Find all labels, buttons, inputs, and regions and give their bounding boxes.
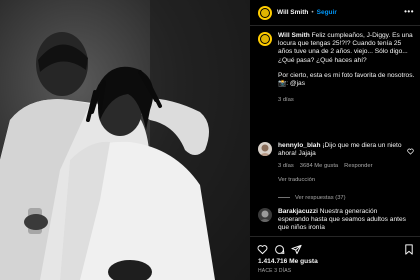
likes-count[interactable]: 1.414.716 Me gusta <box>258 258 318 265</box>
comment-timestamp[interactable]: 3 días <box>278 162 294 170</box>
comment-item: hennylo_blah ¡Dijo que me diera un nieto… <box>258 142 418 202</box>
commenter-avatar[interactable] <box>258 208 272 222</box>
caption-author[interactable]: Will Smith <box>278 32 310 39</box>
post-actions-bar: 1.414.716 Me gusta HACE 3 DÍAS <box>250 236 420 280</box>
author-avatar[interactable] <box>258 5 272 20</box>
comment-meta: 3 días 3684 Me gusta Responder <box>278 162 418 170</box>
more-horizontal-icon[interactable]: ••• <box>404 8 414 16</box>
post-photo[interactable] <box>0 0 250 280</box>
view-replies-link[interactable]: Ver respuestas (37) <box>278 194 418 202</box>
caption-avatar[interactable] <box>258 32 272 46</box>
comment-like-heart-icon[interactable] <box>407 148 414 158</box>
post-caption: Will Smith Feliz cumpleaños, J-Diggy. Es… <box>258 32 416 104</box>
view-replies-label[interactable]: Ver respuestas (37) <box>295 194 346 202</box>
commenter-avatar[interactable] <box>258 142 272 156</box>
follow-button[interactable]: Seguir <box>317 9 337 16</box>
comment-author[interactable]: hennylo_blah <box>278 142 321 149</box>
post-date[interactable]: HACE 3 DÍAS <box>258 268 291 274</box>
bookmark-icon[interactable] <box>404 242 414 260</box>
author-name[interactable]: Will Smith <box>277 9 308 16</box>
separator-dot: • <box>311 9 314 16</box>
reply-button[interactable]: Responder <box>344 162 372 170</box>
post-header: Will Smith • Seguir ••• <box>250 0 420 26</box>
comment-item: Barakjacuzzi Nuestra generación esperand… <box>258 208 418 233</box>
replies-line <box>278 197 290 199</box>
comment-likes-count[interactable]: 3684 Me gusta <box>300 162 338 170</box>
comment-author[interactable]: Barakjacuzzi <box>278 208 318 215</box>
post-details-panel: Will Smith • Seguir ••• Will Smith Feliz… <box>250 0 420 280</box>
caption-timestamp[interactable]: 3 días <box>278 96 416 104</box>
photo-illustration <box>0 0 250 280</box>
see-translation-link[interactable]: Ver traducción <box>278 176 418 184</box>
caption-extra-text: Por cierto, esta es mi foto favorita de … <box>278 71 415 88</box>
